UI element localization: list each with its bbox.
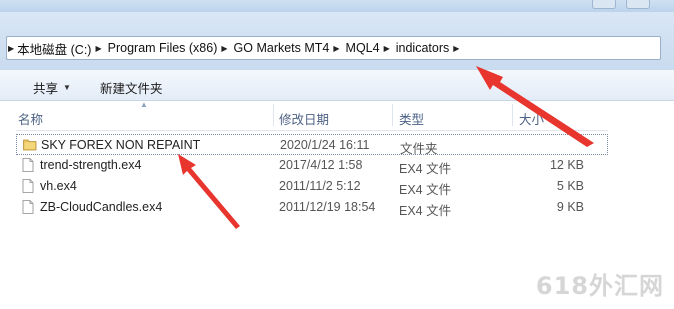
minimize-button[interactable] (592, 0, 616, 9)
chevron-right-icon[interactable]: ▶ (449, 44, 465, 53)
file-date: 2017/4/12 1:58 (279, 158, 363, 172)
list-item[interactable]: trend-strength.ex4 2017/4/12 1:58 EX4 文件… (16, 155, 608, 176)
file-list: SKY FOREX NON REPAINT 2020/1/24 16:11 文件… (16, 134, 608, 218)
new-folder-label: 新建文件夹 (100, 82, 163, 96)
close-button[interactable] (626, 0, 650, 9)
file-date: 2011/11/2 5:12 (279, 179, 361, 193)
watermark: 618外汇网 (535, 272, 664, 300)
new-folder-button[interactable]: 新建文件夹 (100, 78, 163, 97)
chevron-right-icon[interactable]: ▶ (91, 44, 107, 53)
breadcrumb-item-mql4[interactable]: MQL4 (346, 41, 380, 55)
breadcrumb-item-indicators[interactable]: indicators (396, 41, 450, 55)
list-item[interactable]: SKY FOREX NON REPAINT 2020/1/24 16:11 文件… (16, 134, 608, 156)
file-icon (22, 200, 34, 214)
file-type: EX4 文件 (399, 204, 452, 218)
column-header-name[interactable]: 名称 (18, 109, 43, 128)
column-header-date[interactable]: 修改日期 (279, 109, 329, 128)
chevron-right-icon[interactable]: ▶ (329, 44, 345, 53)
file-date: 2020/1/24 16:11 (280, 138, 370, 152)
column-divider[interactable] (512, 104, 513, 126)
file-name: ZB-CloudCandles.ex4 (40, 200, 163, 214)
breadcrumb-item-program-files[interactable]: Program Files (x86) (108, 41, 218, 55)
chevron-right-icon[interactable]: ▶ (217, 44, 233, 53)
breadcrumb[interactable]: ▶ 本地磁盘 (C:) ▶ Program Files (x86) ▶ GO M… (6, 36, 661, 60)
column-header-row: ▲ 名称 修改日期 类型 大小 (16, 100, 608, 131)
file-date: 2011/12/19 18:54 (279, 200, 376, 214)
file-name: trend-strength.ex4 (40, 158, 142, 172)
file-size: 5 KB (556, 179, 584, 193)
file-name: SKY FOREX NON REPAINT (41, 138, 201, 152)
column-header-type[interactable]: 类型 (399, 109, 424, 128)
file-name: vh.ex4 (40, 179, 77, 193)
share-label: 共享 (33, 82, 59, 96)
file-icon (22, 158, 34, 172)
column-divider[interactable] (273, 104, 274, 126)
column-divider[interactable] (392, 104, 393, 126)
window-title-bar (0, 0, 674, 12)
breadcrumb-item-go-markets[interactable]: GO Markets MT4 (234, 41, 330, 55)
folder-icon (23, 139, 37, 151)
chevron-down-icon: ▼ (63, 83, 71, 92)
sort-ascending-icon: ▲ (140, 100, 148, 109)
breadcrumb-item-drive[interactable]: 本地磁盘 (C:) (17, 39, 91, 58)
file-type: EX4 文件 (399, 162, 452, 176)
column-header-size[interactable]: 大小 (519, 109, 544, 128)
file-size: 12 KB (549, 158, 584, 172)
chevron-right-icon[interactable]: ▶ (380, 44, 396, 53)
chevron-right-icon[interactable]: ▶ (7, 44, 17, 53)
file-size: 9 KB (556, 200, 584, 214)
share-button[interactable]: 共享 ▼ (33, 78, 71, 97)
file-icon (22, 179, 34, 193)
file-type: EX4 文件 (399, 183, 452, 197)
list-item[interactable]: vh.ex4 2011/11/2 5:12 EX4 文件 5 KB (16, 176, 608, 197)
list-item[interactable]: ZB-CloudCandles.ex4 2011/12/19 18:54 EX4… (16, 197, 608, 218)
command-toolbar: 共享 ▼ 新建文件夹 (0, 70, 674, 101)
